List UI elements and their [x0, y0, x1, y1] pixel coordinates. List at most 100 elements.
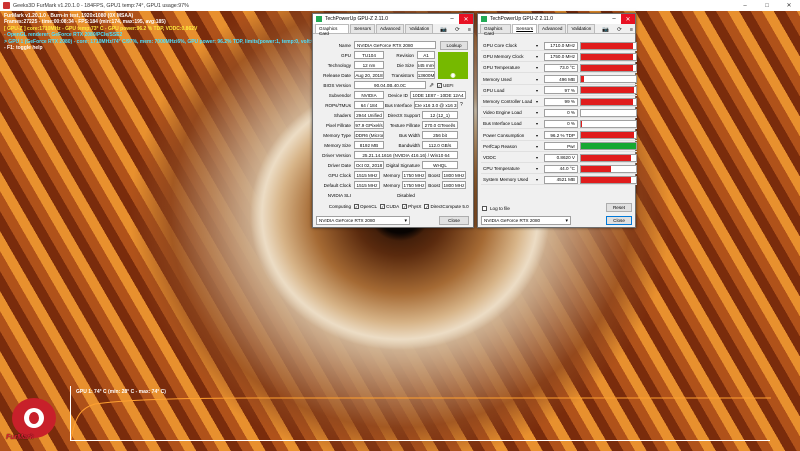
gpuz-sensors-window: TechPowerUp GPU-Z 2.11.0 – ✕ Graphics Ca…: [477, 13, 637, 228]
tab-advanced[interactable]: Advanced: [538, 24, 567, 33]
lookup-button[interactable]: Lookup: [440, 40, 468, 50]
gpuz-window-title: TechPowerUp GPU-Z 2.11.0: [490, 16, 553, 22]
nvidia-logo-icon: ◉: [438, 52, 468, 79]
memory-type-label: Memory Type: [323, 132, 351, 138]
tab-advanced[interactable]: Advanced: [376, 24, 405, 33]
driver-date-value: Oct 02, 2018: [354, 161, 384, 169]
chevron-down-icon[interactable]: ▾: [536, 121, 544, 126]
furmark-titlebar: Geeks3D FurMark v1.20.1.0 - 184FPS, GPU1…: [0, 0, 800, 11]
gpu-select-value: NVIDIA GeForce RTX 2080: [319, 218, 376, 223]
sensor-value: 496 MB: [544, 75, 578, 84]
share-icon[interactable]: ⇗: [429, 82, 434, 89]
reset-button[interactable]: Reset: [606, 203, 632, 212]
maximize-icon[interactable]: □: [756, 0, 778, 11]
sensor-label: VDDC: [483, 155, 497, 160]
bios-value: 90.04.0B.40.0C: [354, 81, 426, 89]
sensor-row: Power Consumption ▾ 96.2 % TDP: [481, 131, 637, 141]
pixel-fillrate-label: Pixel Fillrate: [325, 122, 351, 128]
sensor-graph-fill: [581, 132, 634, 139]
sensor-graph: [580, 52, 637, 61]
gpu-select[interactable]: NVIDIA GeForce RTX 2080 ▾: [316, 216, 410, 225]
die-size-label: Die Size: [396, 62, 414, 68]
sensor-row: GPU Core Clock ▾ 1710.0 MHz: [481, 41, 637, 51]
sensor-row: System Memory Used ▾ 4521 MB: [481, 175, 637, 186]
tab-graphics-card[interactable]: Graphics Card: [315, 24, 350, 36]
tab-validation[interactable]: Validation: [405, 24, 434, 33]
camera-icon[interactable]: 📷: [600, 27, 611, 33]
chevron-down-icon[interactable]: ▾: [536, 99, 544, 104]
sensor-label: Memory Used: [483, 76, 512, 82]
sensor-row: VDDC ▾ 0.8620 V: [481, 153, 637, 163]
chevron-down-icon[interactable]: ▾: [536, 65, 544, 70]
chevron-down-icon[interactable]: ▾: [536, 155, 544, 160]
gpuz-window-title: TechPowerUp GPU-Z 2.11.0: [325, 16, 388, 22]
texture-fillrate-label: Texture Fillrate: [389, 122, 420, 128]
close-button[interactable]: Close: [439, 216, 469, 225]
sli-label: NVIDIA SLI: [327, 192, 351, 198]
sensor-graph: [580, 142, 637, 151]
log-to-file-checkbox[interactable]: [482, 205, 487, 211]
sensor-value: 97 %: [544, 86, 578, 95]
sensor-graph-fill: [581, 76, 585, 83]
close-button[interactable]: Close: [606, 216, 632, 225]
sensor-label: Power Consumption: [483, 132, 525, 138]
camera-icon[interactable]: 📷: [438, 27, 449, 33]
help-icon[interactable]: ?: [460, 102, 463, 108]
close-icon[interactable]: ✕: [459, 14, 473, 24]
chevron-down-icon[interactable]: ▾: [536, 166, 544, 171]
sensor-graph-fill: [581, 120, 583, 127]
sensor-label: Memory Controller Load: [483, 99, 533, 104]
refresh-icon[interactable]: ⟳: [615, 27, 624, 33]
tab-validation[interactable]: Validation: [567, 24, 596, 33]
bandwidth-label: Bandwidth: [398, 142, 420, 148]
refresh-icon[interactable]: ⟳: [453, 27, 462, 33]
bus-width-value: 256 bit: [422, 131, 458, 139]
sensor-graph: [580, 153, 637, 162]
sensor-value: 1750.0 MHz: [544, 52, 578, 61]
sensor-label: Video Engine Load: [483, 110, 522, 116]
chevron-down-icon[interactable]: ▾: [536, 133, 544, 138]
minimize-icon[interactable]: –: [445, 14, 459, 24]
shaders-label: Shaders: [333, 112, 351, 118]
menu-icon[interactable]: ≡: [466, 27, 473, 33]
sensor-value: 0 %: [544, 108, 578, 117]
gpuz-graphics-card-window: TechPowerUp GPU-Z 2.11.0 – ✕ Graphics Ca…: [312, 13, 474, 228]
transistors-value: 13600M: [417, 71, 435, 79]
memory-size-label: Memory Size: [324, 142, 351, 148]
chevron-down-icon[interactable]: ▾: [536, 110, 544, 115]
sensor-row: Bus Interface Load ▾ 0 %: [481, 119, 637, 130]
minimize-icon[interactable]: –: [607, 14, 621, 24]
chevron-down-icon[interactable]: ▾: [536, 88, 544, 93]
sensor-label: GPU Load: [483, 87, 505, 93]
close-icon[interactable]: ✕: [621, 14, 635, 24]
chevron-down-icon[interactable]: ▾: [536, 177, 544, 182]
tab-sensors[interactable]: Sensors: [350, 24, 376, 33]
technology-value: 12 nm: [354, 61, 384, 69]
gpuz-titlebar: TechPowerUp GPU-Z 2.11.0 – ✕: [478, 14, 635, 24]
computing-label: Computing: [328, 203, 351, 209]
gpu-clock-label: GPU Clock: [328, 172, 351, 178]
overlay-line: > GPU 1 (GeForce RTX 2080) - core: 1710M…: [4, 38, 331, 45]
close-icon[interactable]: ✕: [778, 0, 800, 11]
tab-graphics-card[interactable]: Graphics Card: [480, 24, 512, 36]
temperature-curve: [70, 397, 771, 441]
sensor-value: 73.0 °C: [544, 63, 578, 72]
chevron-down-icon[interactable]: ▾: [536, 144, 544, 149]
gpu-select[interactable]: NVIDIA GeForce RTX 2080 ▾: [481, 216, 571, 225]
directcompute-checkbox: ✓ DirectCompute 5.0: [424, 203, 469, 209]
chevron-down-icon[interactable]: ▾: [536, 43, 544, 48]
physx-checkbox: ✓ PhysX: [402, 203, 422, 209]
tab-sensors[interactable]: Sensors: [512, 24, 538, 33]
sensor-label: CPU Temperature: [483, 166, 520, 172]
minimize-icon[interactable]: –: [734, 0, 756, 11]
default-memory-label: Memory: [383, 182, 400, 188]
menu-icon[interactable]: ≡: [628, 27, 635, 33]
chevron-down-icon[interactable]: ▾: [536, 54, 544, 59]
chevron-down-icon[interactable]: ▾: [536, 77, 544, 82]
revision-value: A1: [417, 51, 435, 59]
sensor-value: 4521 MB: [544, 175, 578, 184]
digital-signature-label: Digital Signature: [386, 162, 420, 168]
sensor-graph-fill: [581, 154, 631, 161]
uefi-label: UEFI: [443, 82, 454, 88]
gpuz-tabs: Graphics Card Sensors Advanced Validatio…: [478, 24, 635, 36]
